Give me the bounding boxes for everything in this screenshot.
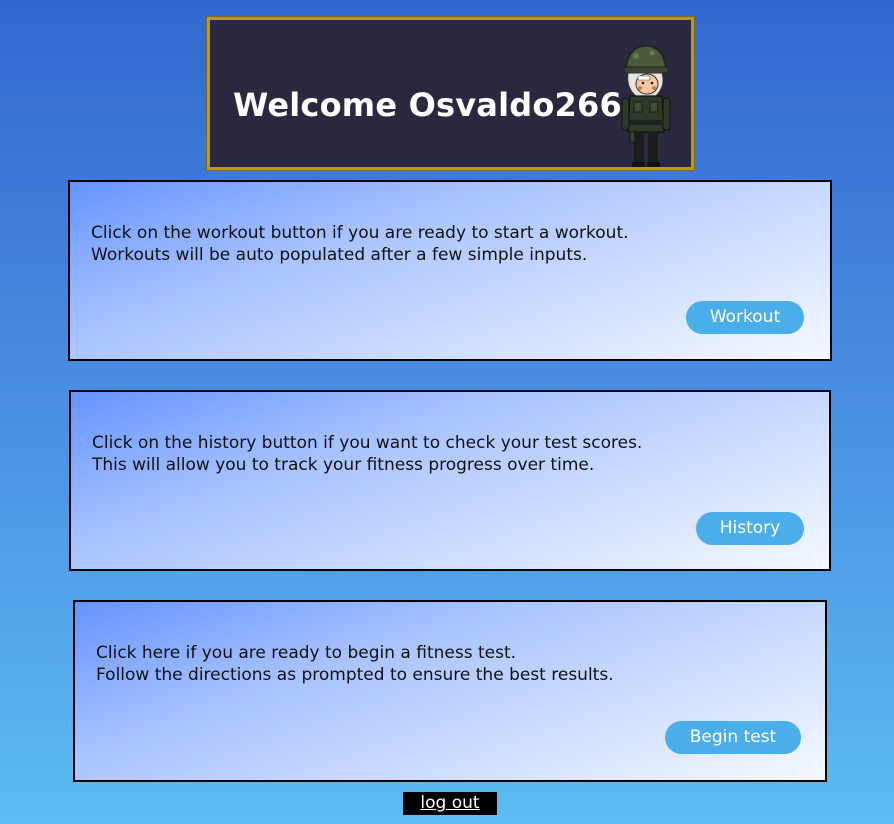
history-card-line-2: This will allow you to track your fitnes… [92, 455, 595, 475]
fitness-test-card-text: Click here if you are ready to begin a f… [96, 642, 614, 686]
history-card: Click on the history button if you want … [69, 390, 831, 571]
welcome-banner: Welcome Osvaldo266 [206, 16, 695, 171]
history-card-line-1: Click on the history button if you want … [92, 433, 643, 453]
workout-card: Click on the workout button if you are r… [68, 180, 832, 361]
workout-card-line-1: Click on the workout button if you are r… [91, 223, 629, 243]
workout-button[interactable]: Workout [686, 301, 804, 334]
history-button[interactable]: History [696, 512, 804, 545]
workout-card-line-2: Workouts will be auto populated after a … [91, 245, 588, 265]
logout-link[interactable]: log out [403, 792, 497, 815]
workout-card-text: Click on the workout button if you are r… [91, 222, 629, 266]
begin-test-button[interactable]: Begin test [665, 721, 801, 754]
welcome-title: Welcome Osvaldo266 [233, 86, 622, 124]
soldier-avatar-icon [616, 40, 672, 168]
fitness-test-card-line-1: Click here if you are ready to begin a f… [96, 643, 517, 663]
fitness-test-card-line-2: Follow the directions as prompted to ens… [96, 665, 614, 685]
history-card-text: Click on the history button if you want … [92, 432, 642, 476]
fitness-test-card: Click here if you are ready to begin a f… [73, 600, 827, 782]
